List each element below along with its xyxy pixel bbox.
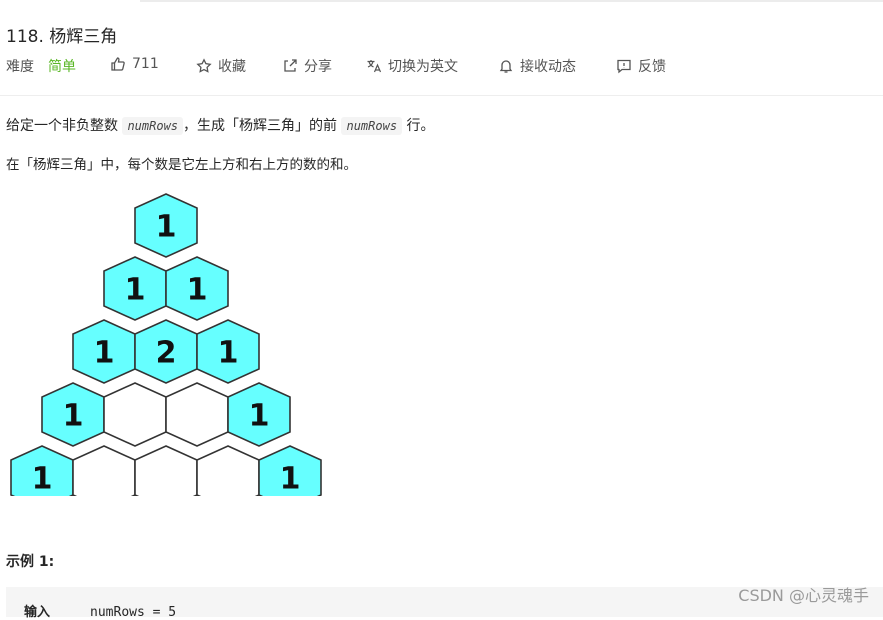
triangle-cell-value: 1: [156, 210, 177, 245]
description-text: ，生成「杨辉三角」的前: [183, 118, 342, 134]
feedback-button[interactable]: 反馈: [616, 56, 666, 76]
triangle-cell: [165, 382, 229, 447]
description-paragraph-2: 在「杨辉三角」中，每个数是它左上方和右上方的数的和。: [6, 157, 357, 173]
example-input-label: 输入: [24, 605, 51, 620]
triangle-cell: [134, 445, 198, 496]
watermark: CSDN @心灵魂手: [738, 586, 869, 605]
triangle-cell-value: 1: [218, 336, 239, 371]
triangle-cell-value: 1: [94, 336, 115, 371]
description-text: 给定一个非负整数: [6, 118, 123, 134]
share-label: 分享: [304, 59, 332, 75]
triangle-cell: [196, 445, 260, 496]
thumbs-up-icon: [111, 57, 125, 71]
triangle-cell: [72, 445, 136, 496]
example-input-value: numRows = 5: [90, 605, 177, 620]
description-paragraph-1: 给定一个非负整数 numRows ，生成「杨辉三角」的前 numRows 行。: [6, 115, 435, 137]
collect-button[interactable]: 收藏: [196, 56, 246, 76]
difficulty-value: 简单: [48, 59, 76, 75]
triangle-cell-value: 1: [249, 399, 270, 434]
problem-title: 118. 杨辉三角: [6, 27, 118, 47]
share-icon: [284, 59, 297, 72]
collect-label: 收藏: [218, 59, 246, 75]
triangle-cell-value: 1: [187, 273, 208, 308]
triangle-cell-value: 1: [32, 462, 53, 497]
difficulty-label: 难度: [6, 59, 34, 75]
like-button[interactable]: 711: [110, 56, 159, 72]
triangle-cell-value: 1: [125, 273, 146, 308]
subscribe-button[interactable]: 接收动态: [498, 56, 576, 76]
triangle-cell-value: 2: [156, 336, 177, 371]
triangle-cell-value: 1: [280, 462, 301, 497]
inline-code-numrows: numRows: [122, 117, 184, 135]
like-count: 711: [132, 56, 159, 72]
subscribe-label: 接收动态: [520, 59, 576, 75]
inline-code-numrows: numRows: [341, 117, 403, 135]
translate-icon: [367, 60, 382, 73]
share-button[interactable]: 分享: [282, 56, 332, 76]
triangle-cell: [103, 382, 167, 447]
star-icon: [196, 58, 212, 73]
bell-icon: [499, 60, 513, 73]
example-title: 示例 1:: [6, 554, 55, 570]
feedback-icon: [617, 59, 631, 74]
feedback-label: 反馈: [638, 59, 666, 75]
top-border: [140, 0, 883, 2]
switch-language-button[interactable]: 切换为英文: [366, 56, 458, 76]
triangle-cell-value: 1: [63, 399, 84, 434]
description-text: 行。: [402, 118, 435, 134]
pascal-triangle-figure: 11 11 2 11 11 1: [10, 193, 322, 497]
header-divider: [0, 95, 883, 96]
switch-language-label: 切换为英文: [388, 59, 458, 75]
